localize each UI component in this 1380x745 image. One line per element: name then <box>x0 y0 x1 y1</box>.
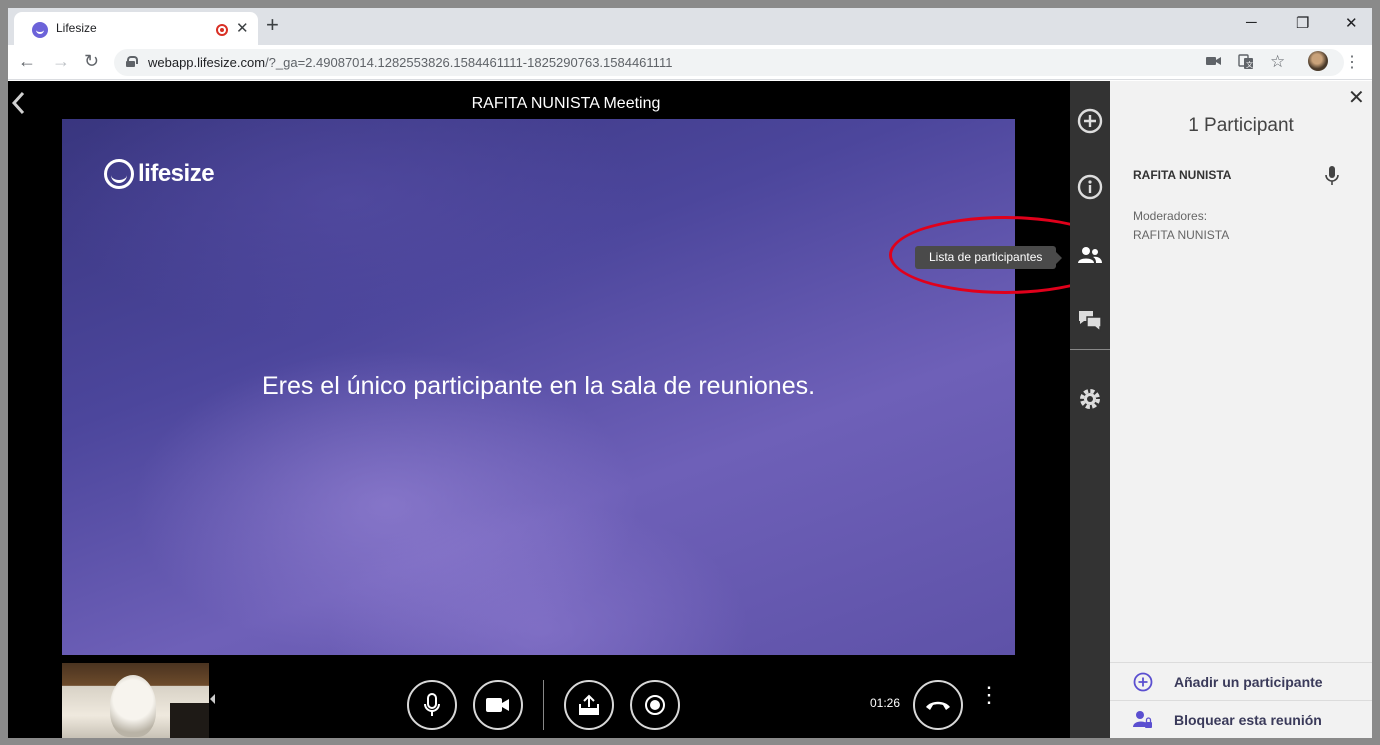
back-chevron-icon[interactable] <box>10 89 26 117</box>
add-circle-icon <box>1077 108 1103 134</box>
moderator-name: RAFITA NUNISTA <box>1133 228 1230 242</box>
mic-icon <box>1325 166 1339 191</box>
url-text: webapp.lifesize.com/?_ga=2.49087014.1282… <box>148 55 672 70</box>
lock-icon <box>126 56 138 67</box>
collapse-self-view-icon[interactable] <box>210 694 215 704</box>
profile-avatar[interactable] <box>1308 51 1328 71</box>
lock-meeting-button[interactable]: Bloquear esta reunión <box>1110 700 1372 738</box>
logo-text: lifesize <box>138 160 215 187</box>
gear-icon <box>1080 389 1100 409</box>
browser-window: Lifesize ✕ + ─ ❐ ✕ ← → ↻ webapp.lifesize… <box>8 8 1372 738</box>
back-arrow-icon[interactable]: ← <box>18 51 36 72</box>
add-participant-button[interactable]: Añadir un participante <box>1110 662 1372 700</box>
mute-button[interactable] <box>407 680 457 730</box>
address-bar[interactable]: webapp.lifesize.com/?_ga=2.49087014.1282… <box>114 49 1344 76</box>
lifesize-logo: lifesize <box>104 159 215 189</box>
meeting-app: RAFITA NUNISTA Meeting lifesize Eres el … <box>8 81 1372 738</box>
alone-message: Eres el único participante en la sala de… <box>261 372 816 400</box>
call-timer: 01:26 <box>870 696 901 710</box>
info-icon <box>1077 174 1103 200</box>
camera-button[interactable] <box>473 680 523 730</box>
video-camera-icon <box>486 698 509 712</box>
participant-count: 1 Participant <box>1188 115 1294 136</box>
browser-tab[interactable]: Lifesize ✕ <box>14 12 258 45</box>
svg-text:文: 文 <box>1246 60 1253 69</box>
url-host: webapp.lifesize.com <box>148 55 266 70</box>
lock-person-icon <box>1133 711 1152 728</box>
participant-name: RAFITA NUNISTA <box>1133 168 1232 182</box>
share-screen-button[interactable] <box>564 680 614 730</box>
meeting-title: RAFITA NUNISTA Meeting <box>471 95 661 112</box>
add-participant-label: Añadir un participante <box>1174 674 1323 690</box>
maximize-button[interactable]: ❐ <box>1296 14 1309 32</box>
recording-indicator-icon <box>216 24 228 36</box>
mic-icon <box>424 693 440 716</box>
browser-menu-icon[interactable]: ⋮ <box>1344 52 1360 72</box>
translate-icon[interactable]: 文 <box>1238 54 1254 73</box>
rail-divider <box>1070 349 1110 350</box>
participants-icon <box>1078 247 1102 263</box>
chat-icon <box>1079 311 1102 332</box>
tab-strip: Lifesize ✕ + ─ ❐ ✕ <box>8 8 1372 45</box>
chat-button[interactable] <box>1076 307 1104 335</box>
participants-list-button[interactable] <box>1076 241 1104 269</box>
more-options-icon[interactable]: ⋮ <box>978 684 1000 706</box>
controls-divider <box>543 680 544 730</box>
browser-toolbar: ← → ↻ webapp.lifesize.com/?_ga=2.4908701… <box>8 45 1372 80</box>
panel-close-icon[interactable]: ✕ <box>1348 85 1365 110</box>
camera-in-use-icon[interactable] <box>1206 54 1222 70</box>
video-stage: lifesize Eres el único participante en l… <box>62 119 1015 655</box>
record-icon <box>645 695 665 715</box>
participants-panel: ✕ 1 Participant RAFITA NUNISTA Moderador… <box>1110 81 1372 738</box>
meeting-info-button[interactable] <box>1076 173 1104 201</box>
bookmark-star-icon[interactable]: ☆ <box>1270 52 1285 72</box>
moderators-label: Moderadores: <box>1133 209 1208 223</box>
close-window-button[interactable]: ✕ <box>1345 14 1358 32</box>
hang-up-button[interactable] <box>913 680 963 730</box>
settings-button[interactable] <box>1076 385 1104 413</box>
add-circle-icon <box>1133 672 1153 692</box>
record-button[interactable] <box>630 680 680 730</box>
minimize-button[interactable]: ─ <box>1246 14 1257 31</box>
lock-meeting-label: Bloquear esta reunión <box>1174 712 1322 728</box>
side-rail <box>1070 81 1110 738</box>
lifesize-favicon-icon <box>32 22 48 38</box>
reload-icon[interactable]: ↻ <box>84 51 99 72</box>
lifesize-logo-icon <box>104 159 134 189</box>
url-path: /?_ga=2.49087014.1282553826.1584461111-1… <box>265 55 673 70</box>
forward-arrow-icon[interactable]: → <box>52 51 70 72</box>
add-call-button[interactable] <box>1076 107 1104 135</box>
new-tab-button[interactable]: + <box>266 12 279 38</box>
tab-close-icon[interactable]: ✕ <box>236 19 249 37</box>
hang-up-phone-icon <box>926 701 950 710</box>
share-screen-icon <box>579 694 599 715</box>
self-view-thumbnail[interactable] <box>62 663 209 738</box>
tab-title: Lifesize <box>56 21 97 35</box>
